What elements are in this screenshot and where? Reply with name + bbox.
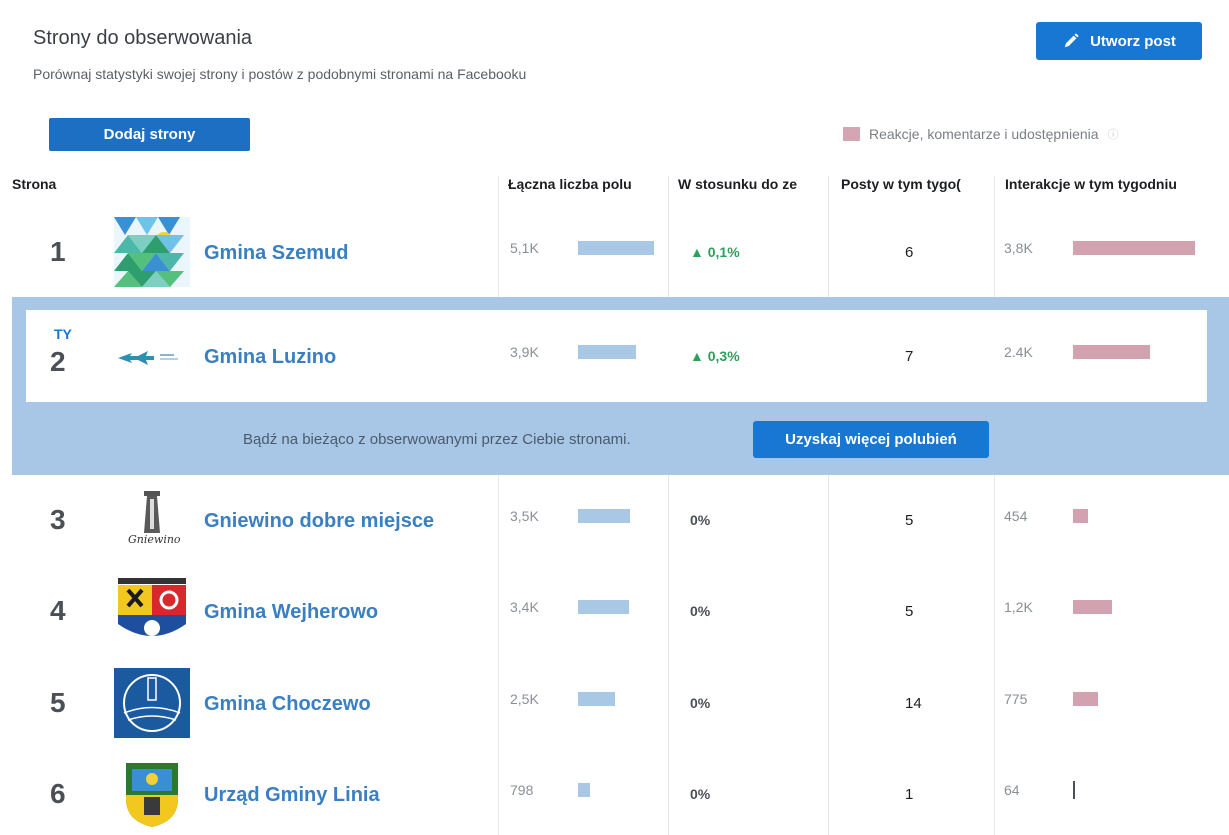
promo-text: Bądź na bieżąco z obserwowanymi przez Ci… [243,431,631,448]
col-header-engagement-week[interactable]: Interakcje w tym tygodniu [1005,176,1225,192]
lighthouse-logo[interactable] [114,668,190,738]
page-name-link[interactable]: Gniewino dobre miejsce [204,510,434,533]
rank-number: 2 [50,346,66,377]
get-more-likes-button[interactable]: Uzyskaj więcej polubień [753,421,989,458]
page-name-link[interactable]: Gmina Luzino [204,346,336,369]
total-likes-value: 5,1K [510,240,539,256]
engagement-bar [1073,692,1098,706]
posts-count: 14 [905,695,922,712]
create-post-label: Utworz post [1090,32,1176,50]
total-likes-bar [578,345,636,359]
posts-count: 6 [905,244,914,261]
page-title: Strony do obserwowania [33,27,253,49]
rank-number: 3 [50,504,66,535]
change-value: ▲ 0,1% [690,244,740,260]
total-likes-bar [578,241,654,255]
total-likes-bar [578,600,629,614]
col-header-vs-last-week[interactable]: W stosunku do ze [678,176,828,192]
engagement-value: 3,8K [1004,240,1033,256]
engagement-value: 64 [1004,782,1020,798]
total-likes-bar [578,692,615,706]
change-value: 0% [690,786,711,802]
svg-text:Gniewino: Gniewino [128,533,181,546]
posts-count: 5 [905,603,914,620]
legend-label: Reakcje, komentarze i udostępnienia [869,126,1099,142]
pencil-icon [1064,33,1079,48]
shield-logo[interactable] [114,759,190,829]
total-likes-value: 3,9K [510,344,539,360]
info-icon[interactable]: ⓘ [1108,126,1119,142]
arrows-logo[interactable] [114,321,190,391]
posts-count: 7 [905,348,914,365]
change-value: ▲ 0,3% [690,348,740,364]
col-header-page[interactable]: Strona [12,176,92,192]
page-name-link[interactable]: Gmina Szemud [204,242,348,265]
engagement-bar [1073,600,1112,614]
page-subtitle: Porównaj statystyki swojej strony i post… [33,66,527,82]
engagement-value: 2.4K [1004,344,1033,360]
legend: Reakcje, komentarze i udostępnienia ⓘ [843,126,1119,142]
table-row: Gniewino 3 Gniewino dobre miejsce 3,5K 0% 5 45… [0,474,1229,566]
posts-count: 1 [905,786,914,803]
total-likes-bar [578,783,590,797]
rank-number: 1 [50,236,66,267]
page-name-link[interactable]: Urząd Gminy Linia [204,784,380,807]
page-name-link[interactable]: Gmina Wejherowo [204,601,378,624]
total-likes-value: 798 [510,782,534,798]
table-row: 1 Gmina Szemud 5,1K ▲ 0,1% 6 3,8K [0,206,1229,298]
rank-number: 4 [50,595,66,626]
posts-count: 5 [905,512,914,529]
engagement-value: 775 [1004,691,1028,707]
rank-number: 5 [50,687,66,718]
total-likes-value: 3,5K [510,508,539,524]
engagement-bar [1073,241,1195,255]
rank-number: 6 [50,778,66,809]
engagement-bar [1073,345,1150,359]
create-post-button[interactable]: Utworz post [1036,22,1202,60]
engagement-value: 454 [1004,508,1028,524]
coat-of-arms-logo[interactable] [114,576,190,646]
total-likes-bar [578,509,630,523]
table-row: 6 Urząd Gminy Linia 798 0% 1 64 [0,748,1229,835]
tower-logo[interactable]: Gniewino [114,485,190,555]
engagement-value: 1,2K [1004,599,1033,615]
engagement-bar [1073,781,1075,799]
table-row: 4 Gmina Wejherowo 3,4K 0% 5 1,2K [0,565,1229,657]
col-header-posts-week[interactable]: Posty w tym tygo( [841,176,996,192]
total-likes-value: 3,4K [510,599,539,615]
engagement-bar [1073,509,1088,523]
triangles-logo[interactable] [114,217,190,287]
table-row: TY 2 Gmina Luzino 3,9K ▲ 0,3% 7 2.4K [0,310,1229,402]
total-likes-value: 2,5K [510,691,539,707]
you-badge: TY [54,326,72,342]
col-header-total-likes[interactable]: Łączna liczba polu [508,176,668,192]
change-value: 0% [690,512,711,528]
page-name-link[interactable]: Gmina Choczewo [204,693,371,716]
legend-swatch [843,127,860,141]
table-row: 5 Gmina Choczewo 2,5K 0% 14 775 [0,657,1229,749]
add-pages-button[interactable]: Dodaj strony [49,118,250,151]
change-value: 0% [690,695,711,711]
change-value: 0% [690,603,711,619]
